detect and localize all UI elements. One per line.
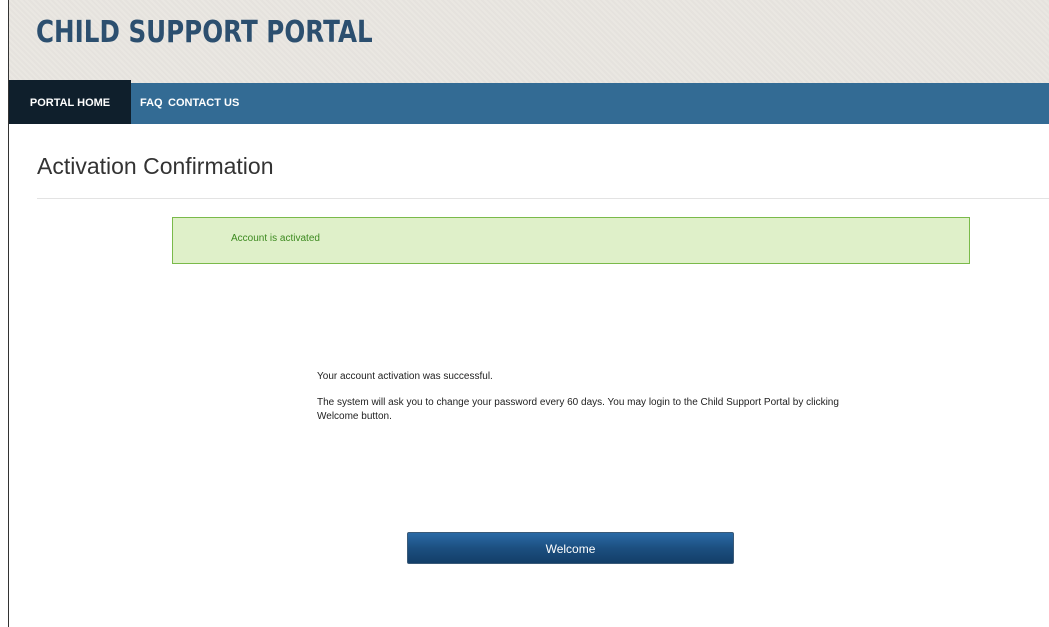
page-frame: CHILD SUPPORT PORTAL PORTAL HOME FAQ CON… (8, 0, 1049, 627)
nav-item-faq[interactable]: FAQ (140, 83, 163, 124)
welcome-button[interactable]: Welcome (407, 532, 734, 564)
success-alert: Account is activated (172, 217, 970, 264)
nav-item-portal-home[interactable]: PORTAL HOME (9, 80, 131, 124)
main-nav: PORTAL HOME FAQ CONTACT US (9, 80, 1049, 124)
title-divider (37, 198, 1049, 199)
password-info-message: The system will ask you to change your p… (317, 397, 839, 422)
page-title: Activation Confirmation (37, 153, 274, 179)
site-logo[interactable]: CHILD SUPPORT PORTAL (36, 15, 373, 50)
activation-message: Your account activation was successful. (317, 371, 493, 382)
nav-item-contact-us[interactable]: CONTACT US (168, 83, 239, 124)
success-alert-text: Account is activated (231, 233, 320, 244)
site-header: CHILD SUPPORT PORTAL (9, 0, 1049, 83)
